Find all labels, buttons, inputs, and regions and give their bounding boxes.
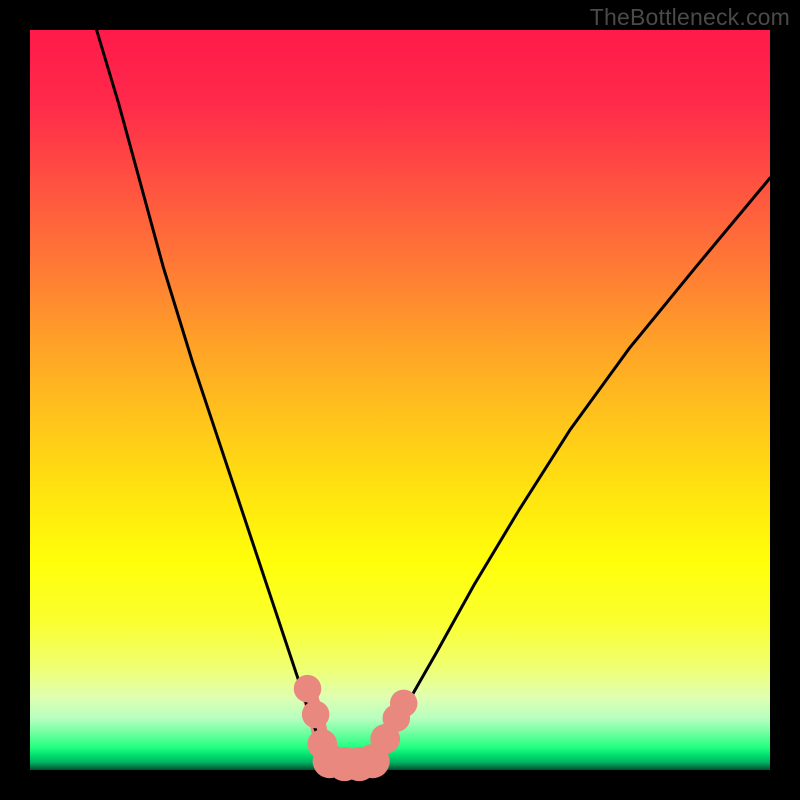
chart-frame: TheBottleneck.com bbox=[0, 0, 800, 800]
chart-plot-area bbox=[30, 30, 770, 770]
chart-svg bbox=[30, 30, 770, 770]
watermark-text: TheBottleneck.com bbox=[590, 4, 790, 31]
series-right-curve bbox=[370, 178, 770, 763]
series-left-curve bbox=[97, 30, 330, 763]
curve-lines bbox=[97, 30, 770, 764]
marker-dot bbox=[294, 675, 322, 703]
marker-dot bbox=[302, 701, 330, 729]
marker-dot bbox=[390, 690, 418, 718]
